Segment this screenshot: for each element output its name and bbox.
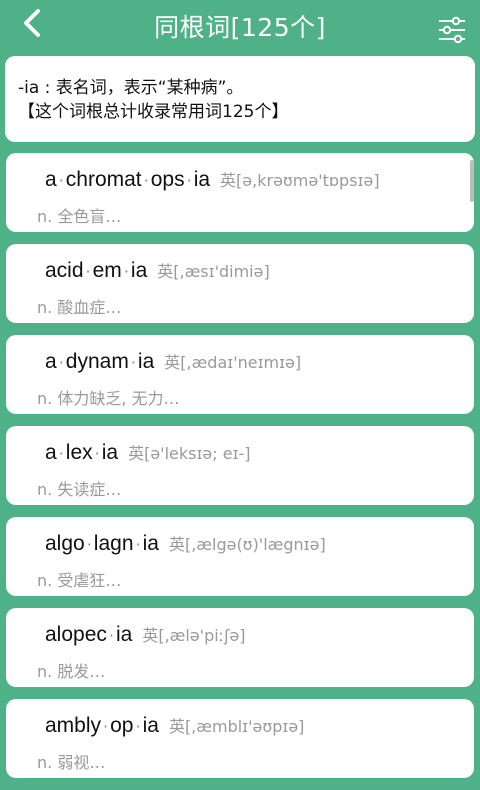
syllable-separator: · bbox=[58, 353, 64, 372]
word-line: a ·lex ·ia 英[ə'leksɪə; eɪ-] bbox=[45, 440, 251, 465]
word-part: ia bbox=[130, 259, 148, 282]
word-part: dynam bbox=[65, 350, 129, 373]
syllable-separator: · bbox=[186, 171, 192, 190]
word-phonetic: 英[,æsɪ'dimiə] bbox=[157, 262, 270, 281]
word-part: ia bbox=[137, 350, 155, 373]
syllable-separator: · bbox=[130, 353, 136, 372]
word-meaning: n. 失读症… bbox=[37, 480, 122, 499]
word-list: a ·chromat ·ops ·ia 英[ə,krəʊmə'tɒpsɪə] n. 全色盲… bbox=[6, 153, 474, 790]
word-phonetic: 英[ə'leksɪə; eɪ-] bbox=[128, 444, 251, 463]
word-part: algo bbox=[45, 532, 85, 555]
root-definition: -ia : 表名词，表示“某种病”。 bbox=[18, 78, 244, 98]
root-word-count: 【这个词根总计收录常用词125个】 bbox=[18, 102, 289, 122]
word-meaning: n. 酸血症… bbox=[37, 298, 122, 317]
word-line: a ·dynam ·ia 英[,ædaɪ'neɪmɪə] bbox=[45, 349, 301, 374]
word-meaning: n. 体力缺乏, 无力… bbox=[37, 389, 180, 408]
header-bar: 同根词[125个] bbox=[0, 0, 480, 48]
page-title: 同根词[125个] bbox=[154, 13, 326, 42]
word-card[interactable]: algo ·lagn ·ia 英[,ælgə(ʊ)'lægnɪə] n. 受虐狂… bbox=[6, 517, 474, 596]
word-part: a bbox=[45, 168, 57, 191]
word-line: ambly ·op ·ia 英[,æmblɪ'əʊpɪə] bbox=[45, 713, 304, 738]
word-part: lagn bbox=[93, 532, 134, 555]
syllable-separator: · bbox=[86, 535, 92, 554]
word-phonetic: 英[,ælə'piːʃə] bbox=[142, 626, 246, 645]
word-card[interactable]: ambly ·op ·ia 英[,æmblɪ'əʊpɪə] n. 弱视… bbox=[6, 699, 474, 778]
syllable-separator: · bbox=[123, 262, 129, 281]
word-part: a bbox=[45, 350, 57, 373]
filter-button[interactable] bbox=[436, 14, 468, 46]
word-part: ia bbox=[142, 714, 159, 737]
word-part: op bbox=[110, 714, 134, 737]
word-meaning: n. 受虐狂… bbox=[37, 571, 122, 590]
word-part: ops bbox=[150, 168, 185, 191]
word-part: ia bbox=[142, 532, 159, 555]
word-phonetic: 英[,æmblɪ'əʊpɪə] bbox=[168, 717, 305, 736]
word-part: ia bbox=[101, 441, 119, 464]
word-phonetic: 英[ə,krəʊmə'tɒpsɪə] bbox=[220, 171, 380, 190]
word-card[interactable]: acid ·em ·ia 英[,æsɪ'dimiə] n. 酸血症… bbox=[6, 244, 474, 323]
word-part: alopec bbox=[45, 623, 107, 646]
syllable-separator: · bbox=[108, 626, 114, 645]
syllable-separator: · bbox=[135, 535, 141, 554]
word-part: ambly bbox=[45, 714, 102, 737]
word-line: algo ·lagn ·ia 英[,ælgə(ʊ)'lægnɪə] bbox=[45, 531, 326, 556]
word-card[interactable]: a ·lex ·ia 英[ə'leksɪə; eɪ-] n. 失读症… bbox=[6, 426, 474, 505]
word-line: a ·chromat ·ops ·ia 英[ə,krəʊmə'tɒpsɪə] bbox=[45, 167, 380, 192]
syllable-separator: · bbox=[58, 171, 64, 190]
word-meaning: n. 脱发… bbox=[37, 662, 106, 681]
word-phonetic: 英[,ædaɪ'neɪmɪə] bbox=[164, 353, 302, 372]
scrollbar[interactable] bbox=[470, 160, 474, 202]
word-part: ia bbox=[115, 623, 133, 646]
word-line: acid ·em ·ia 英[,æsɪ'dimiə] bbox=[45, 258, 270, 283]
word-meaning: n. 全色盲… bbox=[37, 207, 122, 226]
word-card[interactable]: alopec ·ia 英[,ælə'piːʃə] n. 脱发… bbox=[6, 608, 474, 687]
root-description-card: -ia : 表名词，表示“某种病”。 【这个词根总计收录常用词125个】 bbox=[5, 56, 475, 142]
word-part: em bbox=[92, 259, 122, 282]
syllable-separator: · bbox=[103, 717, 109, 736]
syllable-separator: · bbox=[94, 444, 100, 463]
syllable-separator: · bbox=[58, 444, 64, 463]
word-line: alopec ·ia 英[,ælə'piːʃə] bbox=[45, 622, 246, 647]
word-part: chromat bbox=[65, 168, 142, 191]
word-card[interactable]: a ·dynam ·ia 英[,ædaɪ'neɪmɪə] n. 体力缺乏, 无力… bbox=[6, 335, 474, 414]
word-part: a bbox=[45, 441, 57, 464]
syllable-separator: · bbox=[143, 171, 149, 190]
syllable-separator: · bbox=[85, 262, 91, 281]
word-part: acid bbox=[45, 259, 84, 282]
word-card[interactable]: a ·chromat ·ops ·ia 英[ə,krəʊmə'tɒpsɪə] n. 全色盲… bbox=[6, 153, 474, 232]
sliders-icon bbox=[439, 16, 465, 44]
syllable-separator: · bbox=[135, 717, 141, 736]
word-phonetic: 英[,ælgə(ʊ)'lægnɪə] bbox=[168, 535, 326, 554]
word-part: lex bbox=[65, 441, 93, 464]
word-part: ia bbox=[193, 168, 211, 191]
word-meaning: n. 弱视… bbox=[37, 753, 106, 772]
